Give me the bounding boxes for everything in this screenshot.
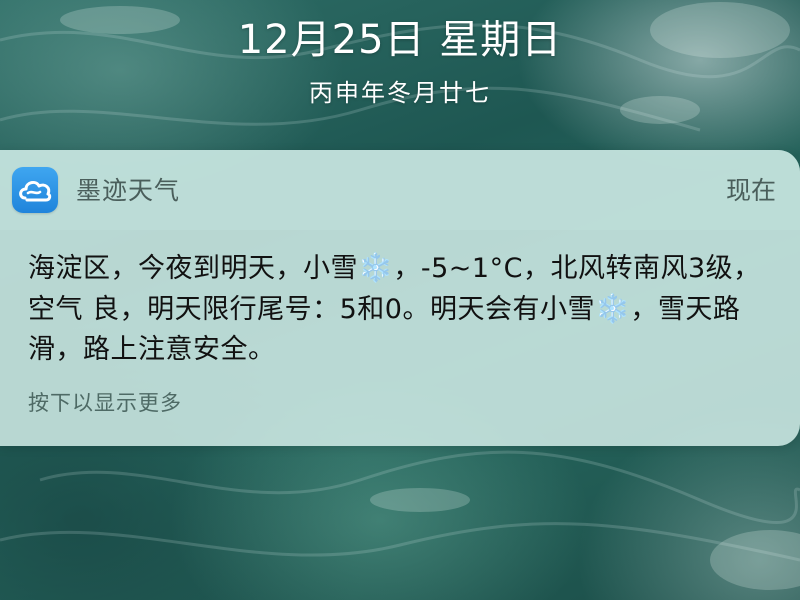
notification-message: 海淀区，今夜到明天，小雪❄️，-5~1°C，北风转南风3级，空气 良，明天限行尾…: [28, 248, 778, 370]
lunar-date-text: 丙申年冬月廿七: [309, 79, 491, 107]
date-text: 12月25日 星期日: [237, 17, 563, 63]
show-more-hint[interactable]: 按下以显示更多: [28, 386, 182, 420]
lockscreen-date-area: 12月25日 星期日 丙申年冬月廿七: [0, 12, 800, 110]
app-name: 墨迹天气: [76, 176, 181, 205]
snowflake-icon: ❄️: [594, 292, 631, 325]
snowflake-icon: ❄️: [358, 251, 394, 284]
message-text-part1: 海淀区，今夜到明天，小雪: [28, 253, 358, 284]
cloud-icon: [12, 167, 58, 213]
notification-time: 现在: [725, 176, 776, 205]
